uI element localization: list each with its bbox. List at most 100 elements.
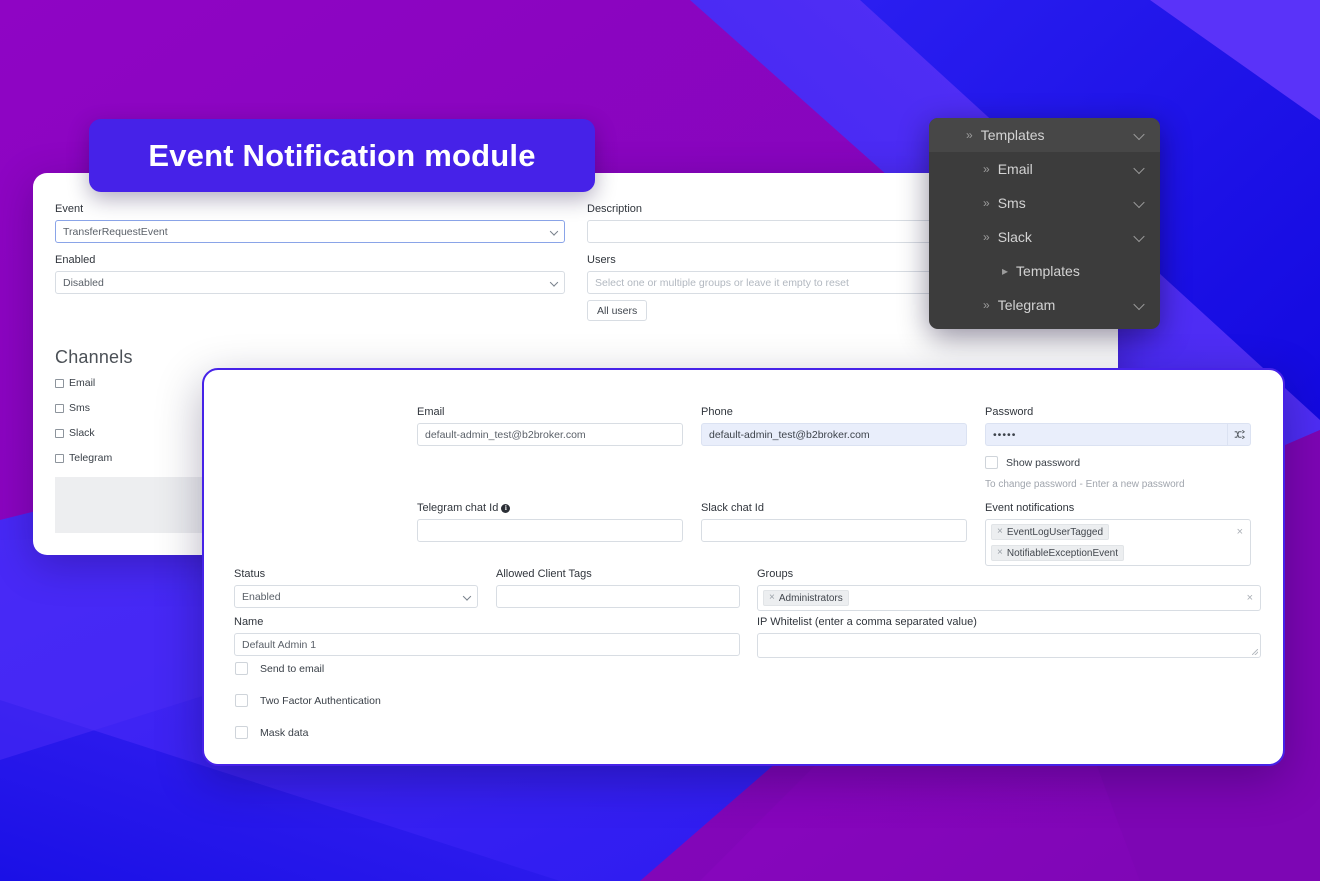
ip-whitelist-label: IP Whitelist (enter a comma separated va…: [757, 616, 977, 628]
allowed-client-tags-label: Allowed Client Tags: [496, 568, 592, 580]
groups-label: Groups: [757, 568, 794, 580]
menu-item-templates[interactable]: » Templates: [929, 118, 1160, 152]
name-input[interactable]: Default Admin 1: [234, 633, 740, 656]
event-select-wrap[interactable]: TransferRequestEvent: [55, 220, 565, 243]
chevron-down-icon: [1135, 165, 1144, 174]
menu-item-slack[interactable]: » Slack: [929, 220, 1160, 254]
enabled-label: Enabled: [55, 254, 96, 266]
checkbox-icon[interactable]: [235, 694, 248, 707]
channel-label: Telegram: [69, 452, 113, 464]
remove-tag-icon[interactable]: ×: [769, 593, 775, 603]
field-groups: Groups × Administrators ×: [757, 568, 1261, 611]
double-chevron-right-icon: »: [983, 162, 990, 176]
checkbox-icon[interactable]: [235, 726, 248, 739]
status-select[interactable]: Enabled: [234, 585, 478, 608]
checkbox-icon[interactable]: [235, 662, 248, 675]
event-notifications-label: Event notifications: [985, 502, 1075, 514]
chevron-down-icon: [1135, 199, 1144, 208]
tag-chip[interactable]: × Administrators: [763, 590, 849, 606]
menu-item-label: Slack: [997, 229, 1032, 245]
groups-tagbox[interactable]: × Administrators ×: [757, 585, 1261, 611]
tag-chip[interactable]: × EventLogUserTagged: [991, 524, 1110, 540]
channel-label: Sms: [69, 402, 90, 414]
field-enabled: Enabled Disabled: [55, 254, 565, 294]
channel-label: Email: [69, 377, 96, 389]
field-name: Name Default Admin 1: [234, 616, 740, 656]
page-title-banner: Event Notification module: [89, 119, 595, 192]
checkbox-icon[interactable]: [55, 453, 64, 463]
menu-item-slack-templates[interactable]: ▸ Templates: [929, 254, 1160, 288]
slack-chat-id-input[interactable]: [701, 519, 967, 542]
menu-item-telegram[interactable]: » Telegram: [929, 288, 1160, 322]
menu-item-label: Templates: [1016, 263, 1080, 279]
all-users-button[interactable]: All users: [587, 300, 648, 321]
shuffle-icon: [1234, 429, 1245, 440]
password-input[interactable]: •••••: [985, 423, 1227, 446]
event-select[interactable]: TransferRequestEvent: [55, 220, 565, 243]
templates-dropdown-menu: » Templates » Email » Sms » Slack ▸ Temp…: [929, 118, 1160, 329]
channels-heading: Channels: [55, 347, 133, 367]
chevron-down-icon: [1135, 233, 1144, 242]
menu-item-label: Sms: [997, 195, 1026, 211]
checkbox-icon[interactable]: [55, 403, 64, 413]
status-select-wrap[interactable]: Enabled: [234, 585, 478, 608]
clear-all-icon[interactable]: ×: [1247, 593, 1253, 604]
checkbox-label: Two Factor Authentication: [260, 694, 381, 707]
remove-tag-icon[interactable]: ×: [997, 527, 1003, 537]
telegram-chat-id-input[interactable]: [417, 519, 683, 542]
field-telegram-chat-id: Telegram chat Id i: [417, 502, 683, 542]
telegram-chat-id-label: Telegram chat Id i: [417, 502, 683, 515]
menu-item-label: Email: [997, 161, 1033, 177]
generate-password-button[interactable]: [1227, 423, 1251, 446]
double-chevron-right-icon: »: [983, 298, 990, 312]
channel-label: Slack: [69, 427, 95, 439]
field-ip-whitelist: IP Whitelist (enter a comma separated va…: [757, 616, 1261, 658]
menu-item-email[interactable]: » Email: [929, 152, 1160, 186]
show-password-row[interactable]: Show password: [985, 456, 1251, 469]
menu-item-label: Telegram: [997, 297, 1056, 313]
tag-label: NotifiableExceptionEvent: [1006, 547, 1119, 559]
clear-all-icon[interactable]: ×: [1237, 527, 1243, 538]
menu-item-label: Templates: [980, 127, 1045, 143]
field-slack-chat-id: Slack chat Id: [701, 502, 967, 542]
field-allowed-client-tags: Allowed Client Tags: [496, 568, 740, 608]
checkbox-label: Send to email: [260, 662, 325, 675]
triangle-right-icon: ▸: [1002, 264, 1009, 278]
email-label: Email: [417, 406, 445, 418]
chevron-down-icon: [1135, 131, 1144, 140]
double-chevron-right-icon: »: [966, 128, 973, 142]
field-phone: Phone default-admin_test@b2broker.com: [701, 406, 967, 446]
tag-label: Administrators: [778, 592, 843, 604]
checkbox-two-factor-authentication[interactable]: Two Factor Authentication: [235, 694, 381, 707]
password-hint: To change password - Enter a new passwor…: [985, 479, 1185, 490]
field-status: Status Enabled: [234, 568, 478, 608]
slack-chat-id-label: Slack chat Id: [701, 502, 764, 514]
chevron-down-icon: [1135, 301, 1144, 310]
name-label: Name: [234, 616, 264, 628]
event-notifications-tagbox[interactable]: × EventLogUserTagged × NotifiableExcepti…: [985, 519, 1251, 566]
remove-tag-icon[interactable]: ×: [997, 548, 1003, 558]
field-event: Event TransferRequestEvent: [55, 203, 565, 243]
checkbox-icon[interactable]: [55, 378, 64, 388]
double-chevron-right-icon: »: [983, 230, 990, 244]
checkbox-mask-data[interactable]: Mask data: [235, 726, 308, 739]
checkbox-icon[interactable]: [985, 456, 998, 469]
allowed-client-tags-input[interactable]: [496, 585, 740, 608]
phone-input[interactable]: default-admin_test@b2broker.com: [701, 423, 967, 446]
double-chevron-right-icon: »: [983, 196, 990, 210]
ip-whitelist-textarea[interactable]: [757, 633, 1261, 658]
checkbox-icon[interactable]: [55, 428, 64, 438]
info-icon[interactable]: i: [501, 504, 511, 513]
enabled-select-wrap[interactable]: Disabled: [55, 271, 565, 294]
menu-item-sms[interactable]: » Sms: [929, 186, 1160, 220]
enabled-select[interactable]: Disabled: [55, 271, 565, 294]
password-label: Password: [985, 406, 1034, 418]
tag-chip[interactable]: × NotifiableExceptionEvent: [991, 545, 1125, 561]
checkbox-label: Mask data: [260, 726, 309, 739]
event-label: Event: [55, 203, 84, 215]
field-email: Email default-admin_test@b2broker.com: [417, 406, 683, 446]
email-input[interactable]: default-admin_test@b2broker.com: [417, 423, 683, 446]
page-title: Event Notification module: [148, 137, 536, 173]
field-password: Password ••••• Show password To change p…: [985, 406, 1251, 490]
checkbox-send-to-email[interactable]: Send to email: [235, 662, 324, 675]
